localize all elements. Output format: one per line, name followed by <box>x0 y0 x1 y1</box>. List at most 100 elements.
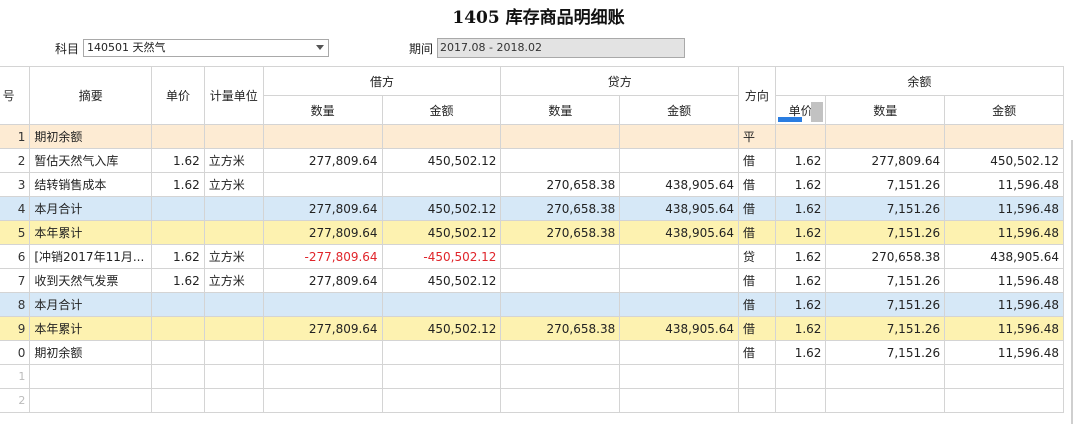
debit-qty-cell[interactable] <box>262 292 383 317</box>
summary-cell[interactable]: 本月合计 <box>29 196 153 221</box>
summary-cell[interactable]: 本月合计 <box>29 292 153 317</box>
table-row[interactable]: 4 本月合计 277,809.64 450,502.12 270,658.38 438,9… <box>0 196 1064 221</box>
balance-qty-cell[interactable]: 7,151.26 <box>825 340 946 365</box>
debit-qty-cell[interactable] <box>262 172 383 197</box>
table-row[interactable]: 5 本年累计 277,809.64 450,502.12 270,658.38 438,9… <box>0 220 1064 245</box>
debit-amount-cell[interactable] <box>381 292 502 317</box>
debit-amount-cell[interactable]: 450,502.12 <box>381 148 502 173</box>
table-row[interactable]: 6 [冲销2017年11月... 1.62 立方米 -277,809.64 -450,50… <box>0 244 1064 269</box>
unit-price-cell[interactable] <box>151 316 205 341</box>
balance-amount-cell[interactable]: 11,596.48 <box>944 340 1064 365</box>
row-number[interactable]: 1 <box>0 124 31 149</box>
balance-qty-cell[interactable]: 270,658.38 <box>825 244 946 269</box>
unit-cell[interactable]: 立方米 <box>203 244 264 269</box>
col-credit-qty-header[interactable]: 数量 <box>500 95 621 125</box>
debit-qty-cell[interactable] <box>262 340 383 365</box>
col-balance-amount-header[interactable]: 金额 <box>944 95 1064 125</box>
summary-cell[interactable]: [冲销2017年11月... <box>29 244 153 269</box>
summary-cell[interactable]: 收到天然气发票 <box>29 268 153 293</box>
debit-amount-cell[interactable] <box>381 172 502 197</box>
direction-cell[interactable]: 借 <box>737 292 776 317</box>
balance-amount-cell[interactable]: 11,596.48 <box>944 172 1064 197</box>
unit-cell[interactable] <box>203 340 264 365</box>
balance-qty-cell[interactable]: 7,151.26 <box>825 172 946 197</box>
table-row[interactable]: 9 本年累计 277,809.64 450,502.12 270,658.38 438,9… <box>0 316 1064 341</box>
balance-amount-cell[interactable]: 11,596.48 <box>944 292 1064 317</box>
direction-cell[interactable]: 借 <box>737 196 776 221</box>
balance-price-cell[interactable] <box>774 388 827 413</box>
balance-price-cell[interactable]: 1.62 <box>774 196 827 221</box>
col-unit-price-header[interactable]: 单价 <box>151 66 205 125</box>
direction-cell[interactable] <box>737 388 776 413</box>
row-number[interactable]: 3 <box>0 172 31 197</box>
credit-amount-cell[interactable]: 438,905.64 <box>619 220 739 245</box>
debit-qty-cell[interactable]: 277,809.64 <box>262 220 383 245</box>
credit-qty-cell[interactable] <box>500 148 621 173</box>
credit-amount-cell[interactable] <box>619 124 739 149</box>
balance-price-cell[interactable]: 1.62 <box>774 340 827 365</box>
unit-cell[interactable] <box>203 388 264 413</box>
balance-price-cell[interactable]: 1.62 <box>774 244 827 269</box>
col-unit-header[interactable]: 计量单位 <box>203 66 264 125</box>
balance-price-cell[interactable]: 1.62 <box>774 172 827 197</box>
direction-cell[interactable]: 平 <box>737 124 776 149</box>
row-number[interactable]: 2 <box>0 148 31 173</box>
unit-price-cell[interactable]: 1.62 <box>151 268 205 293</box>
credit-qty-cell[interactable] <box>500 340 621 365</box>
summary-cell[interactable]: 本年累计 <box>29 316 153 341</box>
unit-cell[interactable] <box>203 220 264 245</box>
debit-amount-cell[interactable] <box>381 364 502 389</box>
balance-amount-cell[interactable]: 11,596.48 <box>944 220 1064 245</box>
balance-amount-cell[interactable]: 450,502.12 <box>944 148 1064 173</box>
balance-qty-cell[interactable] <box>825 364 946 389</box>
debit-amount-cell[interactable] <box>381 124 502 149</box>
row-number[interactable]: 1 <box>0 364 31 389</box>
credit-qty-cell[interactable]: 270,658.38 <box>500 172 621 197</box>
balance-qty-cell[interactable] <box>825 124 946 149</box>
balance-price-cell[interactable]: 1.62 <box>774 268 827 293</box>
balance-qty-cell[interactable]: 7,151.26 <box>825 268 946 293</box>
period-field[interactable]: 2017.08 - 2018.02 <box>437 38 686 58</box>
credit-qty-cell[interactable] <box>500 292 621 317</box>
unit-price-cell[interactable]: 1.62 <box>151 172 205 197</box>
debit-qty-cell[interactable]: -277,809.64 <box>262 244 383 269</box>
balance-qty-cell[interactable]: 7,151.26 <box>825 220 946 245</box>
unit-cell[interactable] <box>203 124 264 149</box>
unit-cell[interactable] <box>203 196 264 221</box>
credit-amount-cell[interactable] <box>619 148 739 173</box>
credit-qty-cell[interactable] <box>500 268 621 293</box>
balance-amount-cell[interactable]: 11,596.48 <box>944 196 1064 221</box>
col-debit-qty-header[interactable]: 数量 <box>262 95 383 125</box>
debit-qty-cell[interactable] <box>262 364 383 389</box>
balance-price-cell[interactable] <box>774 124 827 149</box>
unit-cell[interactable]: 立方米 <box>203 172 264 197</box>
debit-amount-cell[interactable]: 450,502.12 <box>381 196 502 221</box>
debit-qty-cell[interactable] <box>262 124 383 149</box>
col-credit-amount-header[interactable]: 金额 <box>619 95 739 125</box>
debit-amount-cell[interactable]: -450,502.12 <box>381 244 502 269</box>
unit-price-cell[interactable] <box>151 364 205 389</box>
summary-cell[interactable] <box>29 388 153 413</box>
credit-qty-cell[interactable] <box>500 388 621 413</box>
table-row[interactable]: 0 期初余额 借 1.62 7,151.26 11,596.48 <box>0 340 1064 365</box>
table-row[interactable]: 7 收到天然气发票 1.62 立方米 277,809.64 450,502.12 借 1.62… <box>0 268 1064 293</box>
unit-price-cell[interactable]: 1.62 <box>151 148 205 173</box>
summary-cell[interactable]: 期初余额 <box>29 124 153 149</box>
row-number[interactable]: 6 <box>0 244 31 269</box>
balance-qty-cell[interactable] <box>825 388 946 413</box>
unit-cell[interactable]: 立方米 <box>203 148 264 173</box>
direction-cell[interactable]: 贷 <box>737 244 776 269</box>
direction-cell[interactable]: 借 <box>737 220 776 245</box>
row-number[interactable]: 4 <box>0 196 31 221</box>
unit-cell[interactable] <box>203 364 264 389</box>
balance-qty-cell[interactable]: 7,151.26 <box>825 316 946 341</box>
table-row[interactable]: 3 结转销售成本 1.62 立方米 270,658.38 438,905.64 借 1.62 7… <box>0 172 1064 197</box>
table-row[interactable]: 1 期初余额 平 <box>0 124 1064 149</box>
summary-cell[interactable]: 结转销售成本 <box>29 172 153 197</box>
summary-cell[interactable]: 暂估天然气入库 <box>29 148 153 173</box>
credit-amount-cell[interactable]: 438,905.64 <box>619 172 739 197</box>
table-row[interactable]: 1 <box>0 364 1064 389</box>
summary-cell[interactable] <box>29 364 153 389</box>
col-balance-price-header[interactable]: 单价 <box>774 95 827 125</box>
credit-qty-cell[interactable] <box>500 244 621 269</box>
